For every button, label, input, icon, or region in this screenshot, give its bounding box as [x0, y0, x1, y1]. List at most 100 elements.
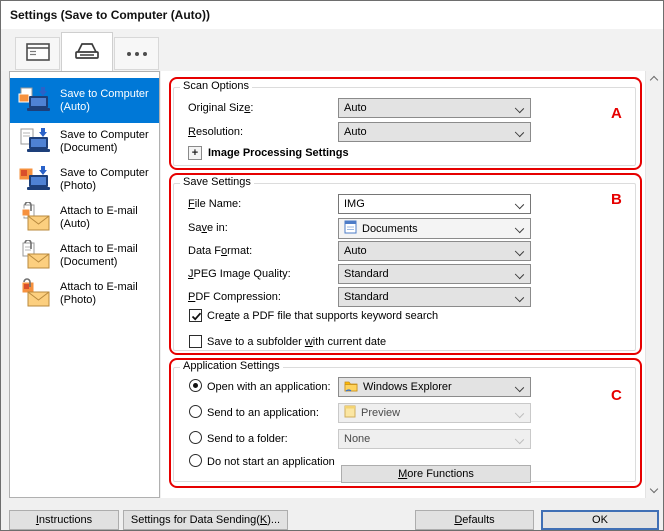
open-with-application-radio[interactable] [189, 379, 202, 392]
chevron-down-icon [515, 383, 524, 392]
original-size-value: Auto [344, 102, 367, 114]
send-to-application-select: Preview [338, 403, 531, 423]
create-pdf-keyword-checkbox[interactable] [189, 309, 202, 322]
pdf-compression-value: Standard [344, 291, 389, 303]
send-to-folder-value: None [344, 433, 370, 445]
pdf-compression-select[interactable]: Standard [338, 287, 531, 307]
jpeg-quality-value: Standard [344, 268, 389, 280]
send-to-folder-select: None [338, 429, 531, 449]
chevron-down-icon [515, 128, 524, 137]
attach-to-email-auto-icon [17, 202, 53, 234]
sidebar-item-save-computer-auto[interactable]: Save to Computer (Auto) [10, 78, 159, 123]
settings-for-data-sending-button[interactable]: Settings for Data Sending(K)... [123, 510, 288, 530]
open-with-application-label[interactable]: Open with an application: [207, 381, 331, 393]
sidebar-item-label: Attach to E-mail [60, 281, 138, 293]
sidebar-item-label: Attach to E-mail [60, 205, 138, 217]
jpeg-quality-select[interactable]: Standard [338, 264, 531, 284]
check-icon [190, 310, 203, 323]
sidebar-item-sublabel: (Auto) [60, 101, 90, 113]
preview-app-icon [344, 405, 356, 421]
sidebar-item-label: Save to Computer [60, 129, 149, 141]
sidebar-item-sublabel: (Photo) [60, 180, 96, 192]
sidebar-item-save-computer-document[interactable]: Save to Computer (Document) [10, 123, 159, 161]
file-name-input[interactable]: IMG [338, 194, 531, 214]
save-in-select[interactable]: Documents [338, 218, 531, 239]
footer-bar: Instructions Settings for Data Sending(K… [1, 498, 663, 531]
scanner-icon [72, 41, 102, 64]
do-not-start-application-radio[interactable] [189, 454, 202, 467]
original-size-label: Original Size: [188, 102, 253, 114]
do-not-start-application-label[interactable]: Do not start an application [207, 456, 335, 468]
save-in-label: Save in: [188, 222, 228, 234]
attach-to-email-document-icon [17, 240, 53, 272]
sidebar-item-sublabel: (Document) [60, 142, 117, 154]
scroll-up-arrow[interactable] [646, 71, 661, 86]
send-to-application-value: Preview [361, 407, 400, 419]
resolution-label: Resolution: [188, 126, 243, 138]
scan-options-title: Scan Options [180, 80, 252, 92]
save-in-value: Documents [362, 223, 418, 235]
profile-list: Save to Computer (Auto) Save to Compute [9, 71, 160, 498]
save-subfolder-date-label[interactable]: Save to a subfolder with current date [207, 336, 386, 348]
application-settings-title: Application Settings [180, 360, 283, 372]
data-format-label: Data Format: [188, 245, 252, 257]
expand-image-processing-button[interactable]: + [188, 146, 202, 160]
save-to-computer-document-icon [17, 126, 53, 158]
sidebar-item-sublabel: (Photo) [60, 294, 96, 306]
sidebar-item-save-computer-photo[interactable]: Save to Computer (Photo) [10, 161, 159, 199]
send-to-folder-label[interactable]: Send to a folder: [207, 433, 288, 445]
chevron-down-icon [515, 270, 524, 279]
jpeg-quality-label: JPEG Image Quality: [188, 268, 291, 280]
tab-strip [1, 29, 663, 71]
chevron-down-icon [515, 435, 524, 444]
tab-simple-mode[interactable] [15, 37, 60, 70]
sidebar-item-attach-email-document[interactable]: Attach to E-mail (Document) [10, 237, 159, 275]
title-bar: Settings (Save to Computer (Auto)) [1, 1, 663, 29]
windows-explorer-icon [344, 380, 358, 395]
open-with-application-value: Windows Explorer [363, 381, 452, 393]
open-with-application-select[interactable]: Windows Explorer [338, 377, 531, 397]
chevron-down-icon [515, 224, 524, 233]
save-subfolder-date-checkbox[interactable] [189, 335, 202, 348]
send-to-folder-radio[interactable] [189, 431, 202, 444]
data-format-select[interactable]: Auto [338, 241, 531, 261]
instructions-button[interactable]: Instructions [9, 510, 119, 530]
sidebar-item-sublabel: (Document) [60, 256, 117, 268]
chevron-down-icon [515, 200, 524, 209]
send-to-application-label[interactable]: Send to an application: [207, 407, 319, 419]
save-to-computer-photo-icon [17, 164, 53, 196]
window-icon [26, 43, 50, 64]
sidebar-item-label: Attach to E-mail [60, 243, 138, 255]
pdf-compression-label: PDF Compression: [188, 291, 281, 303]
chevron-down-icon [515, 409, 524, 418]
sidebar-item-label: Save to Computer [60, 88, 149, 100]
tab-more[interactable] [114, 37, 159, 70]
save-to-computer-auto-icon [17, 85, 53, 117]
sidebar-item-attach-email-auto[interactable]: Attach to E-mail (Auto) [10, 199, 159, 237]
resolution-select[interactable]: Auto [338, 122, 531, 142]
image-processing-settings-label[interactable]: Image Processing Settings [208, 147, 349, 159]
file-name-value: IMG [344, 198, 365, 210]
original-size-select[interactable]: Auto [338, 98, 531, 118]
page-title: Settings (Save to Computer (Auto)) [10, 8, 210, 22]
create-pdf-keyword-label[interactable]: Create a PDF file that supports keyword … [207, 310, 438, 322]
tab-scanner-settings[interactable] [61, 32, 113, 71]
chevron-down-icon [515, 247, 524, 256]
settings-dialog: Settings (Save to Computer (Auto)) [0, 0, 664, 531]
file-name-label: File Name: [188, 198, 241, 210]
ok-button[interactable]: OK [541, 510, 659, 530]
more-tab-icon [127, 52, 147, 56]
data-format-value: Auto [344, 245, 367, 257]
documents-folder-icon [344, 220, 357, 237]
more-functions-button[interactable]: More Functions [341, 465, 531, 483]
vertical-scrollbar[interactable] [645, 71, 660, 498]
scroll-down-arrow[interactable] [646, 483, 661, 498]
chevron-down-icon [515, 293, 524, 302]
chevron-down-icon [515, 104, 524, 113]
sidebar-item-label: Save to Computer [60, 167, 149, 179]
attach-to-email-photo-icon [17, 278, 53, 310]
send-to-application-radio[interactable] [189, 405, 202, 418]
sidebar-item-attach-email-photo[interactable]: Attach to E-mail (Photo) [10, 275, 159, 313]
defaults-button[interactable]: Defaults [415, 510, 534, 530]
sidebar-item-sublabel: (Auto) [60, 218, 90, 230]
